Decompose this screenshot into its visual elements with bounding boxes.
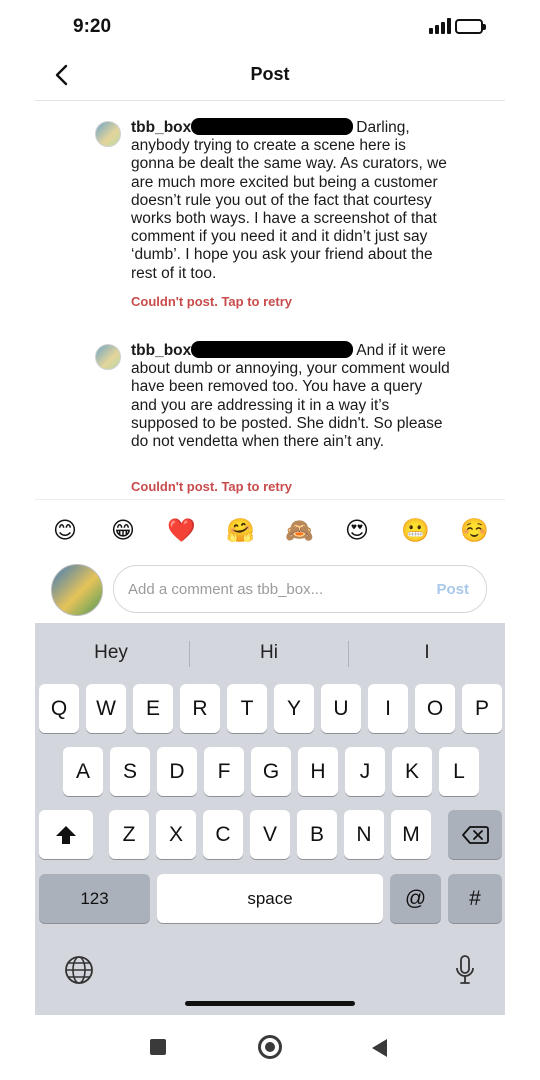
red-heart-emoji-button[interactable]: ❤️ [167,516,196,544]
comment-text: tbb_box And if it were about dumb or anno… [131,341,451,451]
key-h[interactable]: H [298,747,338,796]
suggestion-bar: Hey Hi I [35,623,505,683]
grimacing-face-emoji-button[interactable]: 😬 [401,516,430,544]
space-key[interactable]: space [157,874,383,923]
suggestion-divider [189,641,190,667]
shift-key[interactable] [39,810,93,859]
back-triangle-icon[interactable] [372,1039,387,1057]
see-no-evil-monkey-emoji-button[interactable]: 🙈 [285,516,314,544]
key-z[interactable]: Z [109,810,149,859]
avatar[interactable] [95,121,121,147]
key-d[interactable]: D [157,747,197,796]
keyboard: Hey Hi I Q W E R T Y U I O P A S D F G H… [35,623,505,1015]
battery-icon [455,19,486,34]
shift-arrow-icon [56,825,76,844]
redaction-mark [191,341,354,358]
key-a[interactable]: A [63,747,103,796]
backspace-icon [462,825,489,844]
key-t[interactable]: T [227,684,267,733]
key-y[interactable]: Y [274,684,314,733]
recent-apps-icon[interactable] [150,1039,166,1055]
key-n[interactable]: N [344,810,384,859]
home-icon[interactable] [258,1035,282,1059]
page-title: Post [250,64,290,84]
globe-icon[interactable] [63,954,95,986]
smiling-face-emoji-button[interactable]: 😊 [51,516,79,544]
key-x[interactable]: X [156,810,196,859]
key-s[interactable]: S [110,747,150,796]
system-nav-bar [0,1015,540,1080]
comment-text: tbb_box Darling, anybody trying to create… [131,118,451,283]
status-bar: 9:20 [35,0,505,55]
avatar[interactable] [95,344,121,370]
suggestion-divider [348,641,349,667]
backspace-key[interactable] [448,810,502,859]
heart-eyes-face-emoji-button[interactable]: 😍 [343,516,371,544]
signal-icon [429,18,451,34]
relieved-face-emoji-button[interactable]: ☺️ [460,516,489,544]
key-i[interactable]: I [368,684,408,733]
numbers-key[interactable]: 123 [39,874,150,923]
comment-list: tbb_box Darling, anybody trying to create… [35,101,505,499]
key-e[interactable]: E [133,684,173,733]
comment-composer: Post [35,559,505,623]
status-time: 9:20 [73,16,112,37]
key-b[interactable]: B [297,810,337,859]
comment-username[interactable]: tbb_box [131,119,191,136]
key-l[interactable]: L [439,747,479,796]
key-u[interactable]: U [321,684,361,733]
grinning-face-emoji-button[interactable]: 😁 [109,516,137,544]
comment-body: Darling, anybody trying to create a scen… [131,119,447,282]
suggestion-item[interactable]: Hi [199,642,339,664]
nav-bar: Post [35,55,505,101]
key-c[interactable]: C [203,810,243,859]
hash-key[interactable]: # [448,874,502,923]
key-p[interactable]: P [462,684,502,733]
home-indicator[interactable] [185,1001,355,1006]
key-r[interactable]: R [180,684,220,733]
retry-post-link[interactable]: Couldn't post. Tap to retry [131,294,292,309]
key-g[interactable]: G [251,747,291,796]
key-k[interactable]: K [392,747,432,796]
avatar [51,564,103,616]
post-button[interactable]: Post [436,581,469,598]
suggestion-item[interactable]: I [357,642,497,664]
comment-username[interactable]: tbb_box [131,342,191,359]
key-o[interactable]: O [415,684,455,733]
key-m[interactable]: M [391,810,431,859]
key-q[interactable]: Q [39,684,79,733]
at-key[interactable]: @ [390,874,441,923]
emoji-quick-bar: 😊 😁 ❤️ 🤗 🙈 😍 😬 ☺️ [35,499,505,559]
suggestion-item[interactable]: Hey [41,642,181,664]
retry-post-link[interactable]: Couldn't post. Tap to retry [131,479,292,494]
redaction-mark [191,118,354,135]
key-j[interactable]: J [345,747,385,796]
microphone-icon[interactable] [449,954,481,986]
key-v[interactable]: V [250,810,290,859]
comment-input[interactable] [113,565,487,613]
key-f[interactable]: F [204,747,244,796]
hugging-face-emoji-button[interactable]: 🤗 [226,516,255,544]
key-w[interactable]: W [86,684,126,733]
